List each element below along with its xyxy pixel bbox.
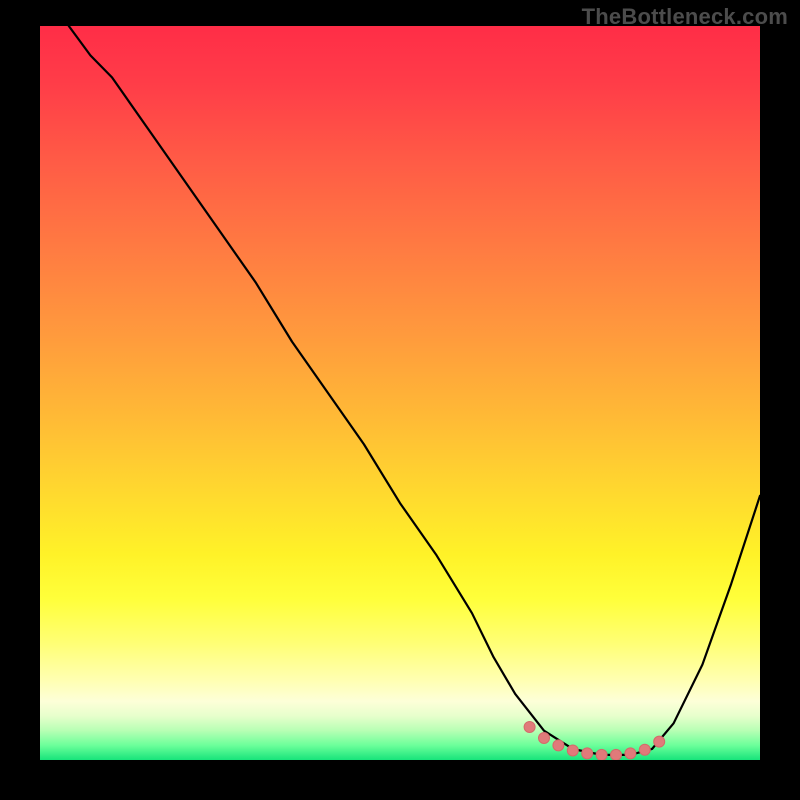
marker-dot bbox=[539, 732, 550, 743]
overlay-svg bbox=[40, 26, 760, 760]
marker-dot bbox=[596, 749, 607, 760]
marker-dot bbox=[625, 748, 636, 759]
chart-frame: TheBottleneck.com bbox=[0, 0, 800, 800]
marker-dot bbox=[582, 748, 593, 759]
optimal-range-markers bbox=[524, 721, 665, 760]
marker-dot bbox=[611, 749, 622, 760]
plot-area bbox=[40, 26, 760, 760]
marker-dot bbox=[553, 740, 564, 751]
bottleneck-curve bbox=[69, 26, 760, 755]
marker-dot bbox=[524, 721, 535, 732]
marker-dot bbox=[639, 744, 650, 755]
marker-dot bbox=[654, 736, 665, 747]
marker-dot bbox=[567, 745, 578, 756]
